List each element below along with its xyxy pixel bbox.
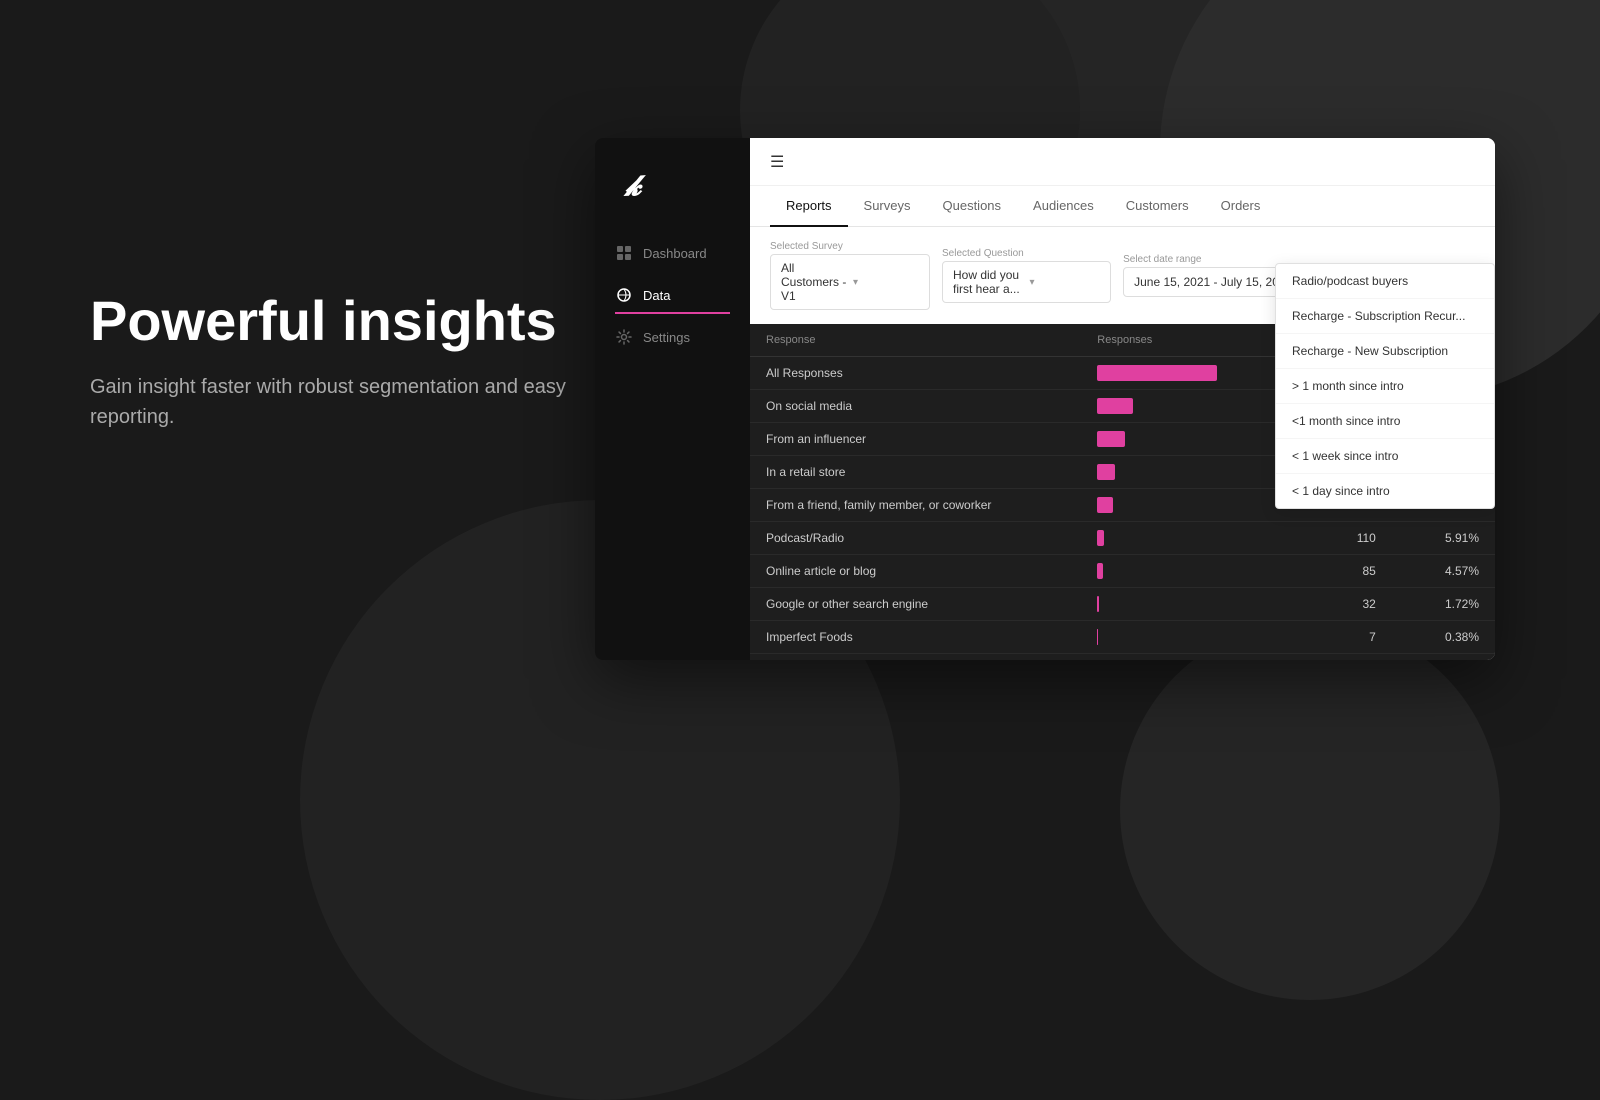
dropdown-item-0[interactable]: Radio/podcast buyers <box>1276 264 1494 299</box>
hero-title: Powerful insights <box>90 290 590 352</box>
table-row: Online article or blog 85 4.57% <box>750 555 1495 588</box>
data-icon <box>615 286 633 304</box>
dashboard-icon <box>615 244 633 262</box>
cell-response: On social media <box>750 390 1081 423</box>
app-window: 𝓴 Dashboard <box>595 138 1495 660</box>
cell-percent: 0.38% <box>1392 621 1495 654</box>
sidebar-item-dashboard[interactable]: Dashboard <box>595 234 750 272</box>
sidebar-item-settings[interactable]: Settings <box>595 318 750 356</box>
cell-response: In a retail store <box>750 456 1081 489</box>
tab-orders[interactable]: Orders <box>1205 186 1277 227</box>
question-filter-label: Selected Question <box>942 248 1111 259</box>
survey-dropdown[interactable]: All Customers - V1 ▾ <box>770 254 930 310</box>
table-row: Imperfect Foods 7 0.38% <box>750 621 1495 654</box>
survey-filter: Selected Survey All Customers - V1 ▾ <box>770 241 930 310</box>
cell-response: Google or other search engine <box>750 588 1081 621</box>
top-bar: ☰ <box>750 138 1495 186</box>
cell-percent: 5.91% <box>1392 522 1495 555</box>
dropdown-item-2[interactable]: Recharge - New Subscription <box>1276 334 1494 369</box>
sidebar-item-settings-label: Settings <box>643 330 690 345</box>
cell-bar <box>1081 588 1313 621</box>
cell-count: 85 <box>1313 555 1392 588</box>
dropdown-item-6[interactable]: < 1 day since intro <box>1276 474 1494 508</box>
cell-response: All Responses <box>750 357 1081 390</box>
settings-icon <box>615 328 633 346</box>
nav-tabs: Reports Surveys Questions Audiences Cust… <box>750 186 1495 227</box>
tab-questions[interactable]: Questions <box>927 186 1018 227</box>
dropdown-item-4[interactable]: <1 month since intro <box>1276 404 1494 439</box>
sidebar: 𝓴 Dashboard <box>595 138 750 660</box>
cell-response: Podcast/Radio <box>750 522 1081 555</box>
sidebar-item-dashboard-label: Dashboard <box>643 246 707 261</box>
cell-count: 110 <box>1313 522 1392 555</box>
cell-percent: 1.72% <box>1392 588 1495 621</box>
question-dropdown-value: How did you first hear a... <box>953 268 1024 296</box>
col-response: Response <box>750 324 1081 357</box>
sidebar-item-data-label: Data <box>643 288 670 303</box>
dropdown-overlay: Radio/podcast buyers Recharge - Subscrip… <box>1275 263 1495 509</box>
filters-row: Selected Survey All Customers - V1 ▾ Sel… <box>750 227 1495 324</box>
cell-response: From a friend, family member, or coworke… <box>750 489 1081 522</box>
question-dropdown-arrow: ▾ <box>1030 277 1101 288</box>
survey-dropdown-arrow: ▾ <box>853 277 919 288</box>
hamburger-icon[interactable]: ☰ <box>770 152 784 172</box>
tab-surveys[interactable]: Surveys <box>848 186 927 227</box>
cell-bar <box>1081 522 1313 555</box>
hero-section: Powerful insights Gain insight faster wi… <box>90 290 590 432</box>
question-filter: Selected Question How did you first hear… <box>942 248 1111 303</box>
tab-audiences[interactable]: Audiences <box>1017 186 1110 227</box>
table-row: Podcast/Radio 110 5.91% <box>750 522 1495 555</box>
dropdown-item-5[interactable]: < 1 week since intro <box>1276 439 1494 474</box>
date-dropdown-value: June 15, 2021 - July 15, 2021 <box>1134 275 1292 289</box>
dropdown-item-1[interactable]: Recharge - Subscription Recur... <box>1276 299 1494 334</box>
sidebar-navigation: Dashboard Data <box>595 234 750 356</box>
cell-bar <box>1081 621 1313 654</box>
hero-subtitle: Gain insight faster with robust segmenta… <box>90 372 590 432</box>
cell-bar <box>1081 555 1313 588</box>
dropdown-item-3[interactable]: > 1 month since intro <box>1276 369 1494 404</box>
cell-count: 32 <box>1313 588 1392 621</box>
survey-dropdown-value: All Customers - V1 <box>781 261 847 303</box>
sidebar-item-data[interactable]: Data <box>595 276 750 314</box>
logo-icon: 𝓴 <box>615 168 651 204</box>
tab-customers[interactable]: Customers <box>1110 186 1205 227</box>
question-dropdown[interactable]: How did you first hear a... ▾ <box>942 261 1111 303</box>
survey-filter-label: Selected Survey <box>770 241 930 252</box>
cell-count: 7 <box>1313 621 1392 654</box>
cell-response: From an influencer <box>750 423 1081 456</box>
sidebar-logo: 𝓴 <box>595 158 750 234</box>
cell-percent: 4.57% <box>1392 555 1495 588</box>
cell-response: Imperfect Foods <box>750 621 1081 654</box>
table-row: Google or other search engine 32 1.72% <box>750 588 1495 621</box>
logo-letter: 𝓴 <box>625 170 642 203</box>
main-content: ☰ Reports Surveys Questions Audiences Cu… <box>750 138 1495 660</box>
tab-reports[interactable]: Reports <box>770 186 848 227</box>
cell-response: Online article or blog <box>750 555 1081 588</box>
